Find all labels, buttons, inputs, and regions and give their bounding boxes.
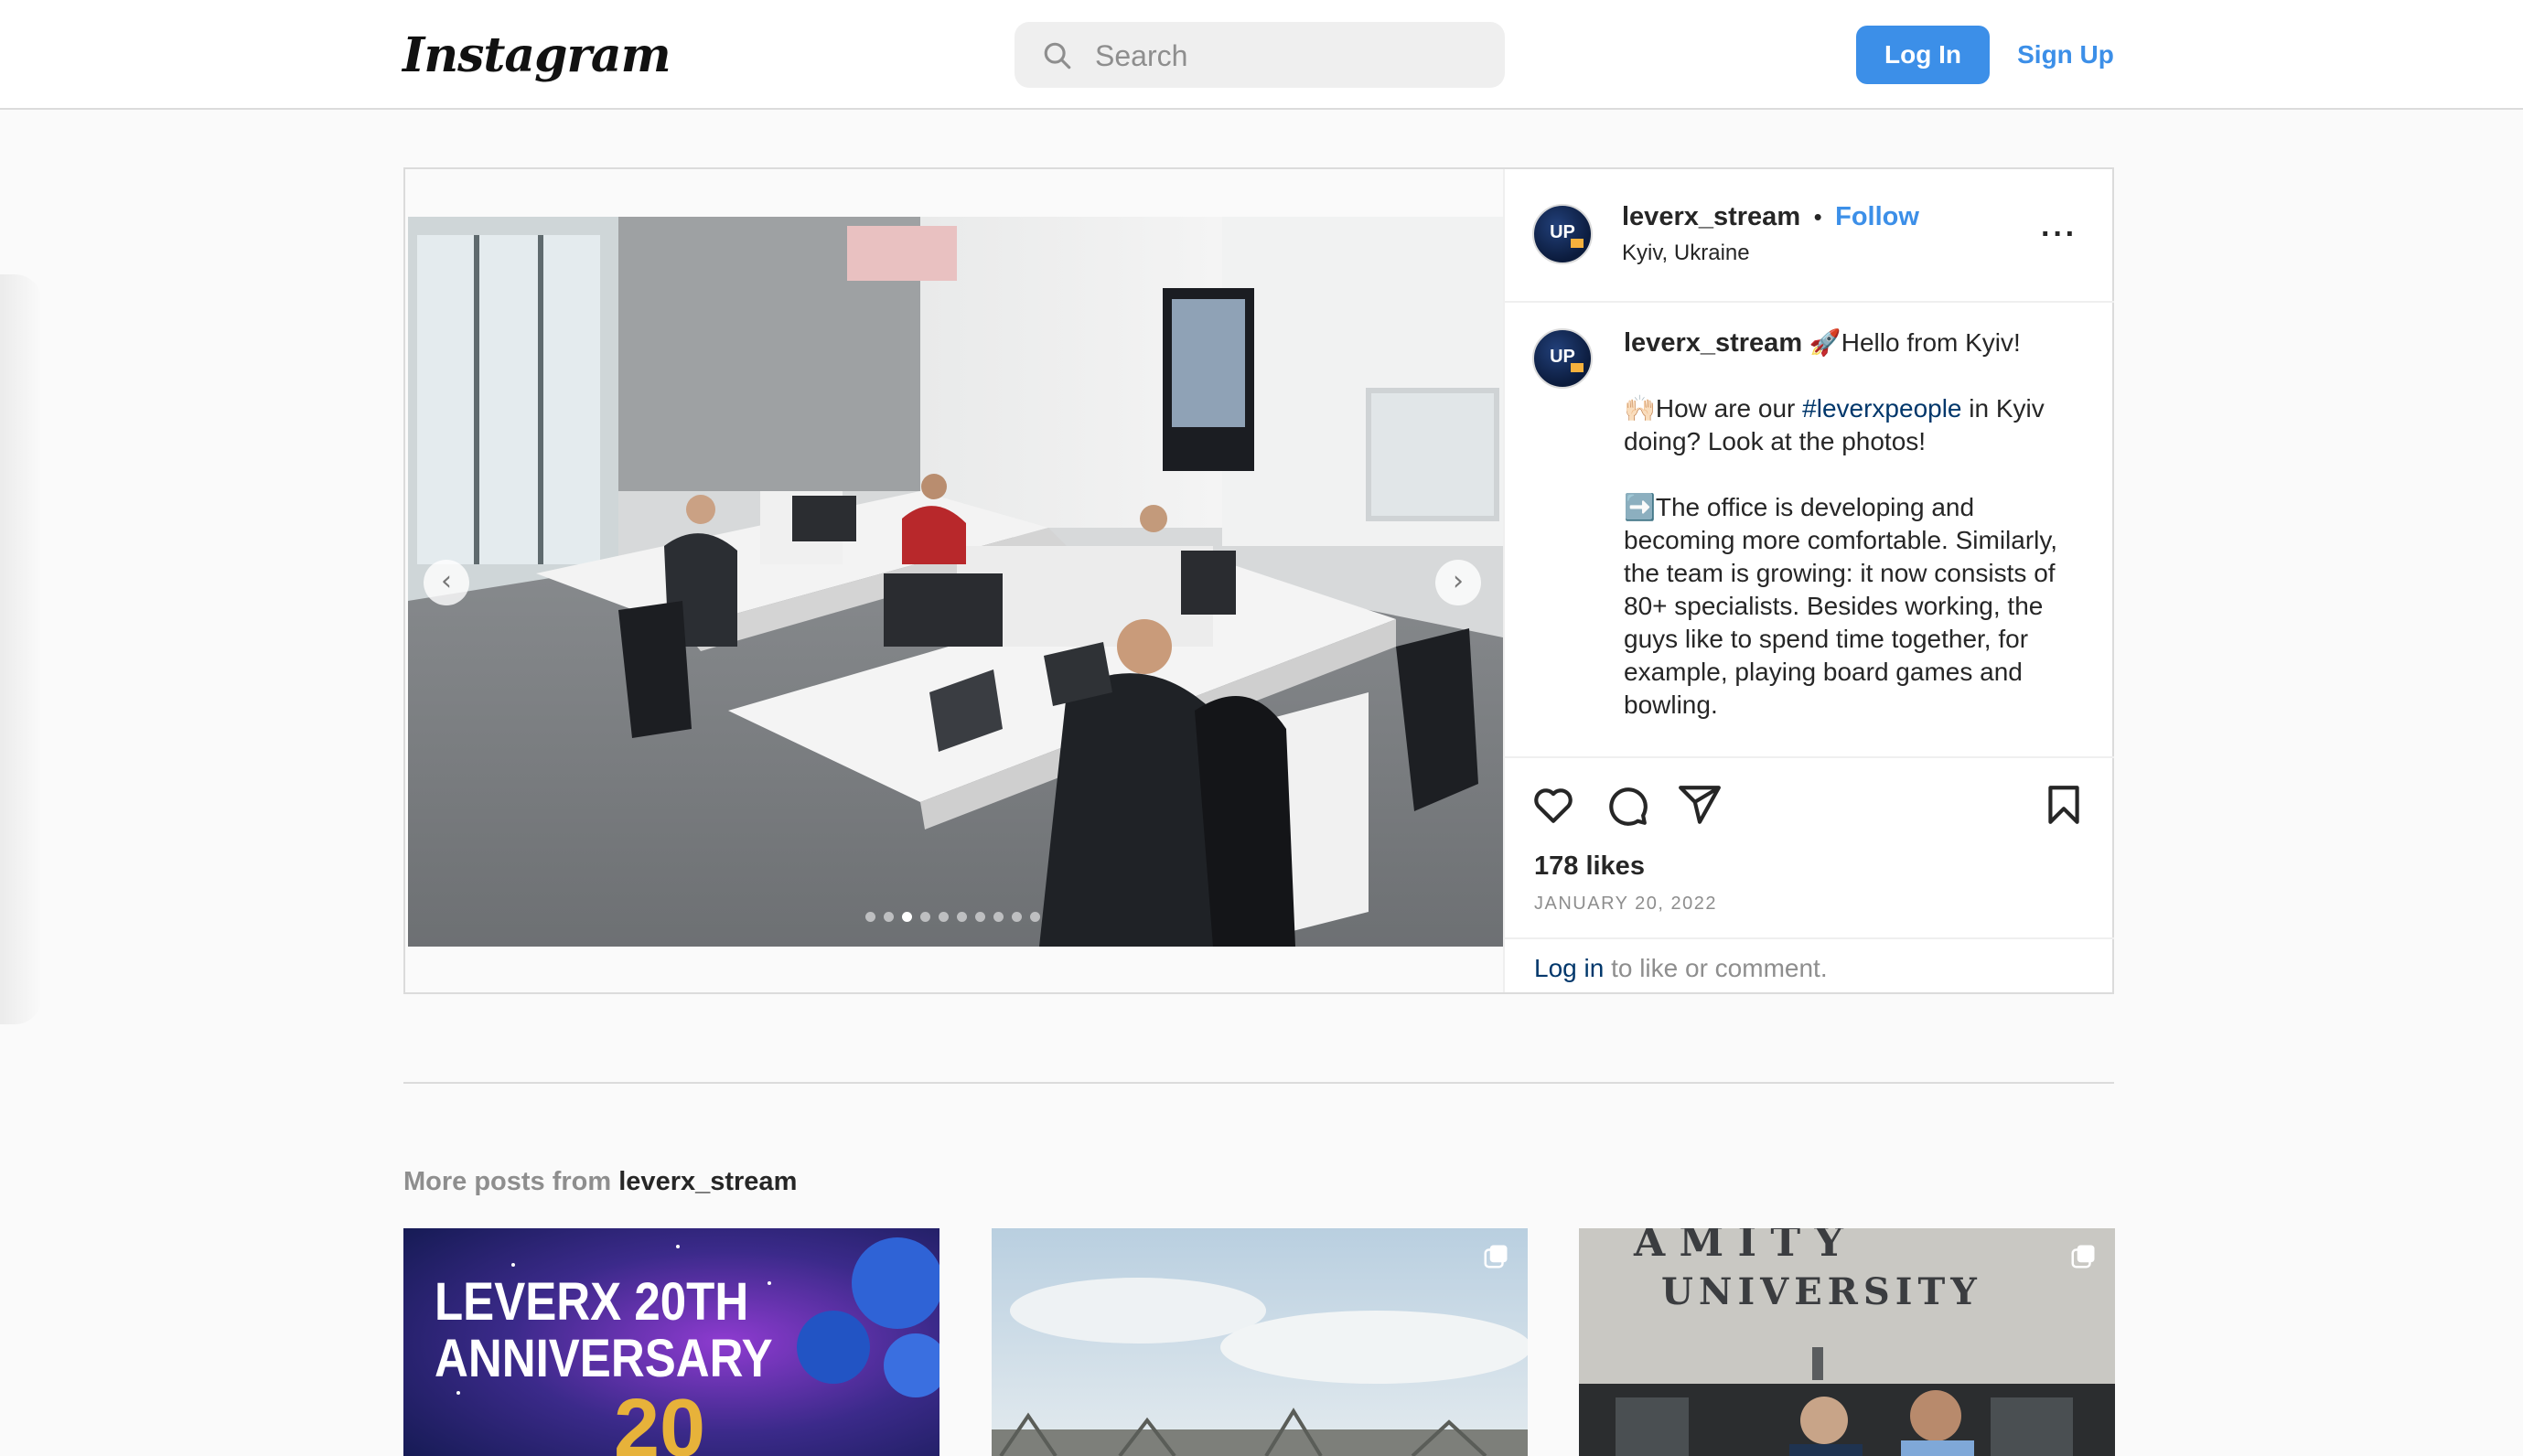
post-thumbnail[interactable]: 20 LEVERX 20TH ANNIVERSARY	[403, 1228, 939, 1456]
search-icon	[1044, 42, 1071, 70]
thumbnail-caption-line-2: ANNIVERSARY	[435, 1329, 773, 1388]
carousel-dot	[1012, 912, 1022, 922]
post-date[interactable]: JANUARY 20, 2022	[1534, 894, 1717, 915]
carousel-dot	[975, 912, 985, 922]
carousel-dot	[1030, 912, 1040, 922]
thumbnail-caption: LEVERX 20TH ANNIVERSARY	[435, 1274, 773, 1387]
post-location[interactable]: Kyiv, Ukraine	[1622, 241, 1750, 266]
login-prompt-text: to like or comment.	[1604, 954, 1828, 982]
caption-paragraph-3: ➡️The office is developing and becoming …	[1624, 493, 2058, 719]
post-sidebar: UP leverx_stream • Follow Kyiv, Ukraine …	[1503, 169, 2114, 994]
comment-icon[interactable]	[1604, 782, 1649, 828]
more-posts-prefix: More posts from	[403, 1167, 619, 1196]
more-options-icon[interactable]: ···	[2041, 217, 2077, 252]
svg-text:A M I T Y: A M I T Y	[1633, 1228, 1843, 1266]
carousel-dot	[993, 912, 1004, 922]
separator-dot: •	[1813, 203, 1822, 230]
post-thumbnail[interactable]	[992, 1228, 1528, 1456]
more-posts-username[interactable]: leverx_stream	[618, 1167, 797, 1196]
hashtag-link[interactable]: #leverxpeople	[1802, 394, 1961, 423]
actions-divider	[1505, 756, 2114, 758]
post-thumbnail[interactable]: A M I T Y UNIVERSITY	[1579, 1228, 2115, 1456]
office-photo	[408, 217, 1503, 947]
multi-image-icon	[2071, 1245, 2095, 1269]
post-media: ‹ ›	[405, 169, 1503, 992]
carousel-dot	[884, 912, 894, 922]
carousel-dot	[957, 912, 967, 922]
top-navigation-bar: Instagram Log In Sign Up	[0, 0, 2523, 110]
carousel-dot-active	[902, 912, 912, 922]
post-header-title: leverx_stream • Follow	[1622, 202, 1919, 232]
caption-line-1: 🚀Hello from Kyiv!	[1809, 328, 2021, 357]
caption-avatar[interactable]: UP	[1532, 328, 1593, 389]
post-photo[interactable]	[408, 217, 1503, 947]
login-button[interactable]: Log In	[1856, 26, 1990, 84]
multi-image-icon	[1484, 1245, 1508, 1269]
signup-button[interactable]: Sign Up	[2006, 26, 2125, 84]
post-username[interactable]: leverx_stream	[1622, 202, 1800, 231]
section-divider	[403, 1082, 2114, 1084]
search-box[interactable]	[1015, 22, 1505, 90]
search-input[interactable]	[1093, 22, 1490, 90]
carousel-prev-button[interactable]: ‹	[424, 560, 469, 605]
post-caption: leverx_stream 🚀Hello from Kyiv! 🙌🏻How ar…	[1624, 327, 2081, 755]
post-card: ‹ › UP leverx_stream • Follow Kyiv, Ukra…	[403, 167, 2114, 994]
carousel-dot	[865, 912, 875, 922]
post-header: UP leverx_stream • Follow Kyiv, Ukraine …	[1505, 169, 2114, 303]
heart-icon[interactable]	[1530, 782, 1576, 828]
more-posts-heading: More posts from leverx_stream	[403, 1167, 797, 1197]
thumbnail-university-image: A M I T Y	[1579, 1228, 2115, 1456]
avatar[interactable]: UP	[1532, 204, 1593, 264]
instagram-logo[interactable]: Instagram	[403, 24, 671, 88]
login-prompt: Log in to like or comment.	[1505, 937, 2114, 994]
caption-paragraph-2-prefix: 🙌🏻How are our	[1624, 394, 1803, 423]
thumbnail-outdoor-image	[992, 1228, 1528, 1456]
bookmark-icon[interactable]	[2041, 782, 2087, 828]
side-panel-shadow	[0, 274, 42, 1024]
login-link[interactable]: Log in	[1534, 954, 1604, 982]
carousel-dot	[939, 912, 949, 922]
follow-button[interactable]: Follow	[1835, 202, 1919, 231]
share-icon[interactable]	[1677, 782, 1723, 828]
thumbnail-caption-line-1: LEVERX 20TH	[435, 1272, 749, 1332]
thumbnail-caption: UNIVERSITY	[1661, 1270, 1982, 1313]
thumbnail-badge: 20	[614, 1383, 705, 1456]
likes-count[interactable]: 178 likes	[1534, 851, 1645, 882]
carousel-indicator	[865, 912, 1040, 925]
carousel-next-button[interactable]: ›	[1435, 560, 1481, 605]
carousel-dot	[920, 912, 930, 922]
caption-username[interactable]: leverx_stream	[1624, 328, 1802, 358]
